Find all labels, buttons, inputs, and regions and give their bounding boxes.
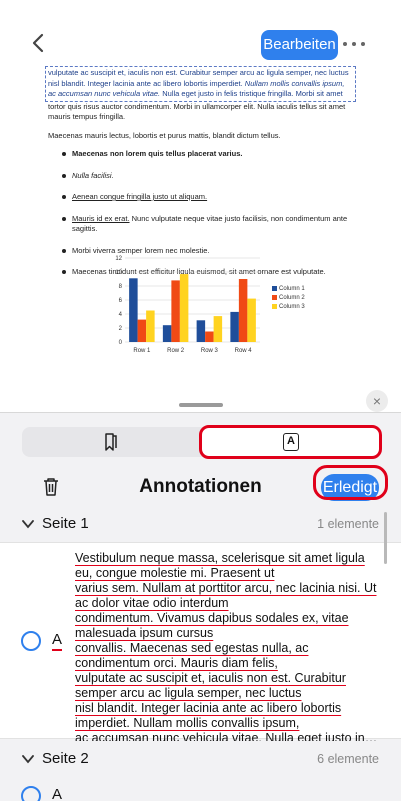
y-tick-label: 10: [115, 270, 122, 276]
chevron-down-icon: [22, 755, 34, 764]
x-tick-label: Row 1: [133, 348, 151, 354]
annotation-text: Vestibulum neque massa, scelerisque sit …: [75, 551, 380, 745]
y-tick-label: 12: [115, 256, 122, 262]
bookmark-icon: [105, 433, 117, 451]
highlight-ring: [199, 425, 382, 459]
text-annotation-icon: A: [52, 631, 63, 651]
bar: [137, 319, 147, 342]
doc-text: nisl blandit. Integer lacinia ante ac li…: [48, 78, 243, 88]
y-tick-label: 4: [119, 312, 123, 318]
doc-text: vulputate ac suscipit et, iaculis non es…: [48, 68, 349, 77]
legend-label: Column 3: [279, 304, 305, 310]
legend-label: Column 2: [279, 295, 305, 301]
select-radio[interactable]: [21, 786, 41, 801]
more-icon[interactable]: [343, 36, 365, 50]
list-item: Mauris id ex erat. Nunc vulputate neque …: [62, 214, 353, 235]
select-radio[interactable]: [21, 631, 41, 651]
section-label: Seite 1: [42, 515, 89, 532]
bar: [247, 298, 256, 342]
y-tick-label: 0: [119, 340, 123, 346]
tab-bookmarks[interactable]: [22, 427, 200, 457]
edit-button[interactable]: Bearbeiten: [261, 30, 338, 60]
scrollbar[interactable]: [384, 512, 387, 564]
bar-chart: 0 2 4 6 8 10 12 Row 1 Row 2 Row 3 Row 4 Column 1 Col…: [108, 250, 338, 360]
highlighted-passage[interactable]: vulputate ac suscipit et, iaculis non es…: [45, 66, 356, 102]
x-tick-label: Row 4: [235, 348, 253, 354]
doc-paragraph: tortor quis risus auctor condimentum. Mo…: [48, 101, 346, 122]
legend-label: Column 1: [279, 286, 305, 292]
chevron-down-icon: [22, 520, 34, 529]
doc-paragraph: Maecenas mauris lectus, lobortis et puru…: [48, 130, 281, 140]
y-tick-label: 2: [119, 326, 123, 332]
section-label: Seite 2: [42, 750, 89, 767]
highlight-ring: [313, 465, 388, 500]
annotation-item[interactable]: A Vestibulum neque massa, scelerisque si…: [0, 542, 401, 745]
bar: [230, 311, 239, 342]
bar: [238, 279, 248, 342]
bar: [196, 320, 206, 342]
bar: [129, 278, 138, 342]
bar: [179, 274, 189, 342]
section-count: 6 elemente: [317, 752, 379, 766]
x-tick-label: Row 2: [167, 348, 185, 354]
back-button[interactable]: [30, 32, 46, 54]
text-annotation-icon: A: [52, 786, 63, 801]
x-tick-label: Row 3: [201, 348, 219, 354]
bar-chart-svg: 0 2 4 6 8 10 12 Row 1 Row 2 Row 3 Row 4 Column 1 Col…: [115, 256, 305, 354]
section-header-page-1[interactable]: Seite 1 1 elemente: [0, 506, 401, 542]
top-bar: Bearbeiten: [0, 0, 401, 62]
list-item: Nulla facilisi.: [62, 171, 353, 182]
sheet-grabber[interactable]: [179, 403, 223, 407]
list-item: Maecenas non lorem quis tellus placerat …: [62, 149, 353, 160]
bar: [205, 331, 214, 342]
doc-text: ac accumsan nunc vehicula vitae.: [48, 89, 161, 98]
y-tick-label: 6: [119, 298, 123, 304]
legend-swatch: [272, 295, 277, 300]
section-header-page-2[interactable]: Seite 2 6 elemente: [0, 741, 401, 777]
section-count: 1 elemente: [317, 517, 379, 531]
legend-swatch: [272, 304, 277, 309]
bar: [213, 316, 223, 342]
chevron-left-icon: [32, 33, 44, 53]
bar: [162, 325, 172, 342]
doc-text: Nullam mollis convallis ipsum,: [244, 78, 345, 88]
bar: [146, 310, 155, 342]
doc-text: Nulla eget justo in felis tristique frin…: [162, 89, 343, 98]
y-tick-label: 8: [119, 284, 123, 290]
list-item: Aenean congue fringilla justo ut aliquam…: [62, 192, 353, 203]
bar: [171, 280, 180, 342]
close-icon[interactable]: ×: [366, 390, 388, 412]
legend-swatch: [272, 286, 277, 291]
